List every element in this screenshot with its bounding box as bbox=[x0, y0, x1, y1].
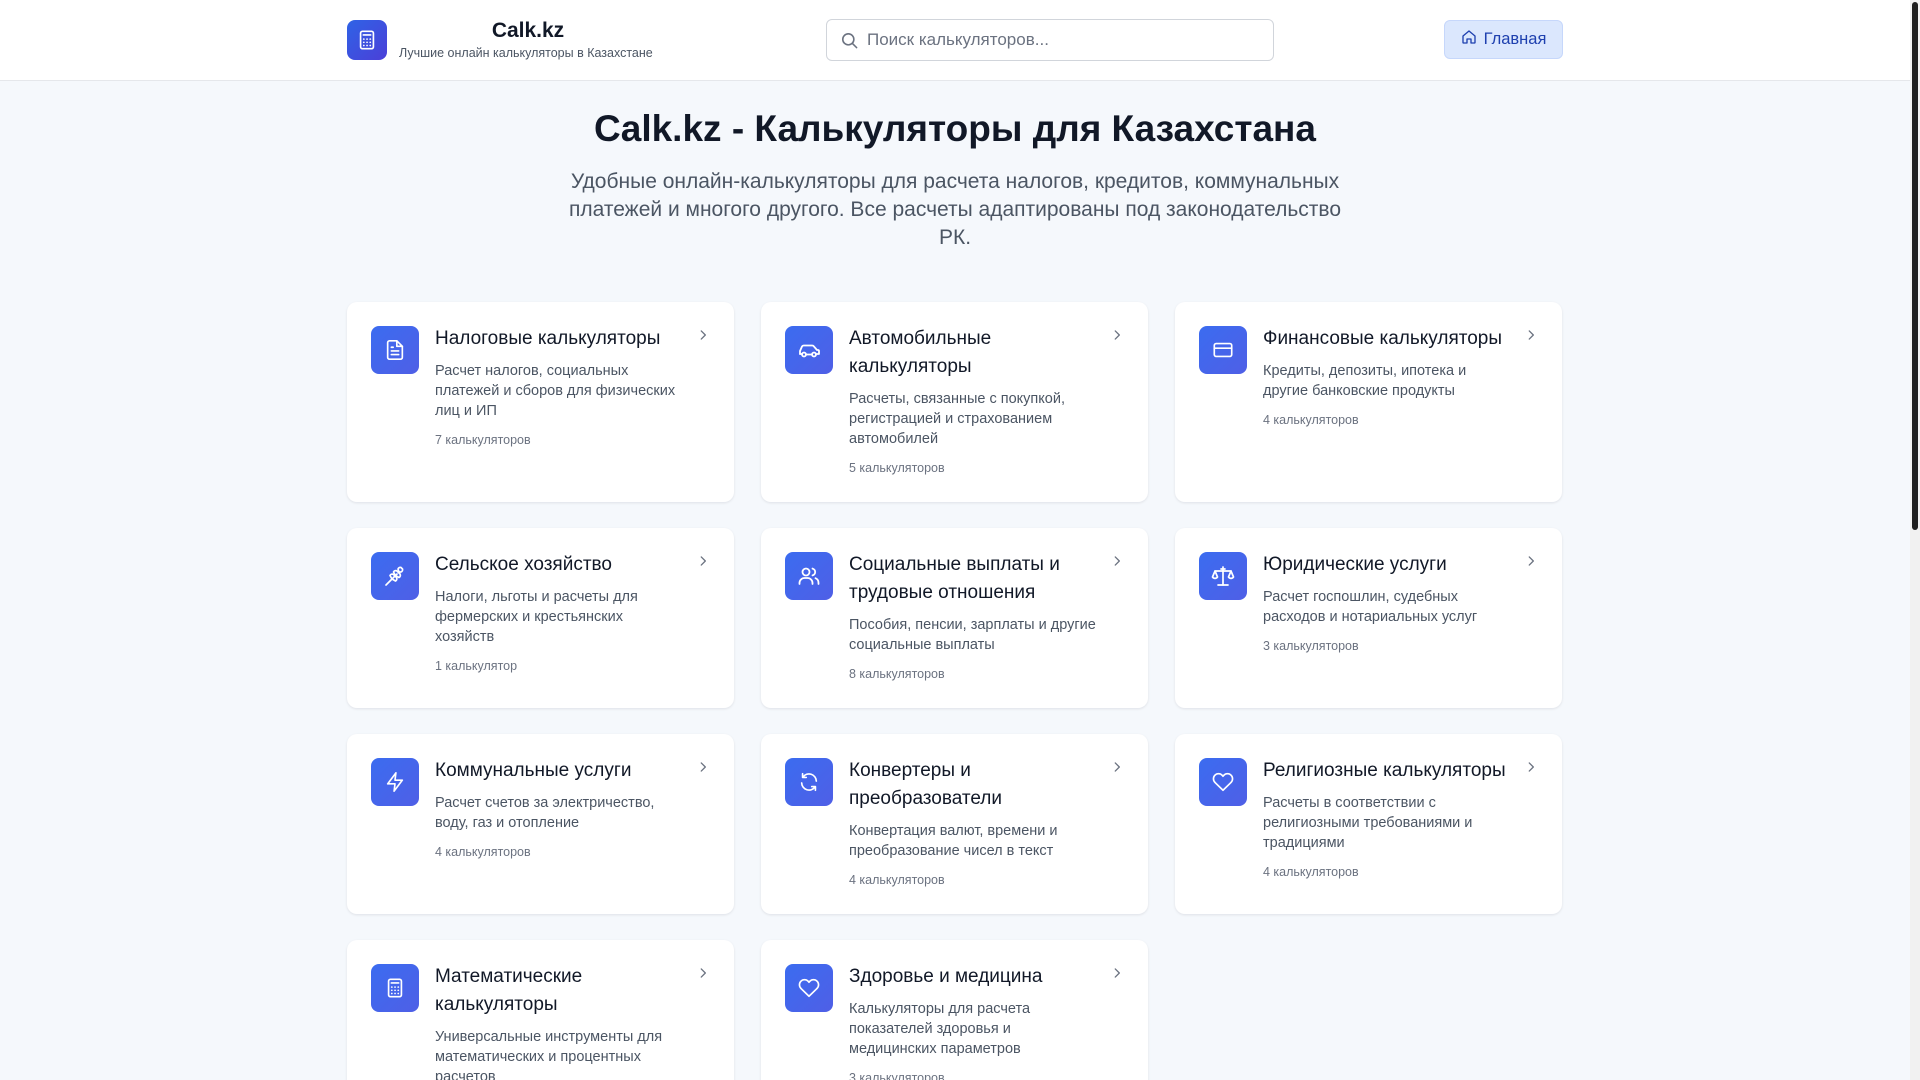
page-scrollbar[interactable] bbox=[1910, 0, 1920, 1080]
search-icon bbox=[840, 31, 859, 55]
category-count: 5 калькуляторов bbox=[849, 461, 945, 475]
category-card-health[interactable]: Здоровье и медицина Калькуляторы для рас… bbox=[761, 940, 1148, 1080]
category-card-tax[interactable]: Налоговые калькуляторы Расчет налогов, с… bbox=[347, 302, 734, 502]
chevron-right-icon bbox=[696, 328, 710, 347]
category-title: Финансовые калькуляторы bbox=[1263, 328, 1503, 349]
home-button[interactable]: Главная bbox=[1444, 20, 1563, 59]
chevron-right-icon bbox=[1524, 760, 1538, 779]
category-description: Пособия, пенсии, зарплаты и другие социа… bbox=[849, 617, 1096, 653]
chevron-right-icon bbox=[696, 554, 710, 573]
category-title: Математические калькуляторы bbox=[435, 966, 583, 1015]
category-title: Здоровье и медицина bbox=[849, 966, 1043, 987]
category-description: Калькуляторы для расчета показателей здо… bbox=[849, 1001, 1031, 1057]
category-card-auto[interactable]: Автомобильные калькуляторы Расчеты, связ… bbox=[761, 302, 1148, 502]
category-card-utilities[interactable]: Коммунальные услуги Расчет счетов за эле… bbox=[347, 734, 734, 914]
brand-tagline: Лучшие онлайн калькуляторы в Казахстане bbox=[399, 46, 653, 60]
chevron-right-icon bbox=[1110, 328, 1124, 347]
category-count: 1 калькулятор bbox=[435, 659, 518, 673]
category-count: 4 калькуляторов bbox=[849, 873, 945, 887]
category-description: Расчет госпошлин, судебных расходов и но… bbox=[1263, 589, 1478, 625]
document-icon bbox=[371, 326, 419, 374]
chevron-right-icon bbox=[1524, 328, 1538, 347]
category-description: Расчет счетов за электричество, воду, га… bbox=[435, 795, 655, 831]
refresh-icon bbox=[785, 758, 833, 806]
category-count: 7 калькуляторов bbox=[435, 433, 531, 447]
category-count: 3 калькуляторов bbox=[1263, 639, 1359, 653]
category-description: Кредиты, депозиты, ипотека и другие банк… bbox=[1263, 363, 1467, 399]
category-card-finance[interactable]: Финансовые калькуляторы Кредиты, депозит… bbox=[1175, 302, 1562, 502]
category-card-agriculture[interactable]: Сельское хозяйство Налоги, льготы и расч… bbox=[347, 528, 734, 708]
category-description: Налоги, льготы и расчеты для фермерских … bbox=[435, 589, 638, 645]
category-count: 3 калькуляторов bbox=[849, 1071, 945, 1080]
chevron-right-icon bbox=[696, 966, 710, 985]
home-icon bbox=[1461, 29, 1477, 50]
search-box[interactable] bbox=[826, 19, 1274, 61]
category-title: Социальные выплаты и трудовые отношения bbox=[849, 554, 1060, 603]
category-description: Универсальные инструменты для математиче… bbox=[435, 1029, 663, 1080]
scrollbar-thumb[interactable] bbox=[1912, 2, 1918, 530]
category-description: Расчеты в соответствии с религиозными тр… bbox=[1263, 795, 1473, 851]
home-button-label: Главная bbox=[1483, 30, 1547, 48]
category-title: Сельское хозяйство bbox=[435, 554, 612, 575]
category-card-social[interactable]: Социальные выплаты и трудовые отношения … bbox=[761, 528, 1148, 708]
category-card-converters[interactable]: Конвертеры и преобразователи Конвертация… bbox=[761, 734, 1148, 914]
category-title: Налоговые калькуляторы bbox=[435, 328, 661, 349]
category-card-math[interactable]: Математические калькуляторы Универсальны… bbox=[347, 940, 734, 1080]
heart-icon bbox=[785, 964, 833, 1012]
category-title: Религиозные калькуляторы bbox=[1263, 760, 1506, 781]
top-navigation-bar: Calk.kz Лучшие онлайн калькуляторы в Каз… bbox=[0, 0, 1910, 81]
category-title: Конвертеры и преобразователи bbox=[849, 760, 1003, 809]
category-title: Автомобильные калькуляторы bbox=[849, 328, 992, 377]
calculator-logo-icon[interactable] bbox=[347, 20, 387, 60]
chevron-right-icon bbox=[1524, 554, 1538, 573]
wheat-icon bbox=[371, 552, 419, 600]
chevron-right-icon bbox=[1110, 760, 1124, 779]
car-icon bbox=[785, 326, 833, 374]
page-subtitle: Удобные онлайн-калькуляторы для расчета … bbox=[568, 170, 1342, 249]
category-title: Юридические услуги bbox=[1263, 554, 1447, 575]
calculator-icon bbox=[371, 964, 419, 1012]
category-count: 4 калькуляторов bbox=[1263, 865, 1359, 879]
category-description: Расчеты, связанные с покупкой, регистрац… bbox=[849, 391, 1065, 447]
page-title: Calk.kz - Калькуляторы для Казахстана bbox=[594, 108, 1316, 149]
category-card-legal[interactable]: Юридические услуги Расчет госпошлин, суд… bbox=[1175, 528, 1562, 708]
category-count: 8 калькуляторов bbox=[849, 667, 945, 681]
category-card-religious[interactable]: Религиозные калькуляторы Расчеты в соотв… bbox=[1175, 734, 1562, 914]
scales-icon bbox=[1199, 552, 1247, 600]
credit-card-icon bbox=[1199, 326, 1247, 374]
heart-icon bbox=[1199, 758, 1247, 806]
category-description: Расчет налогов, социальных платежей и сб… bbox=[435, 363, 676, 419]
search-input[interactable] bbox=[867, 20, 1267, 60]
category-count: 4 калькуляторов bbox=[1263, 413, 1359, 427]
users-icon bbox=[785, 552, 833, 600]
chevron-right-icon bbox=[696, 760, 710, 779]
chevron-right-icon bbox=[1110, 966, 1124, 985]
category-title: Коммунальные услуги bbox=[435, 760, 632, 781]
chevron-right-icon bbox=[1110, 554, 1124, 573]
category-count: 4 калькуляторов bbox=[435, 845, 531, 859]
brand-name[interactable]: Calk.kz bbox=[400, 19, 656, 43]
category-description: Конвертация валют, времени и преобразова… bbox=[849, 823, 1058, 859]
lightning-icon bbox=[371, 758, 419, 806]
